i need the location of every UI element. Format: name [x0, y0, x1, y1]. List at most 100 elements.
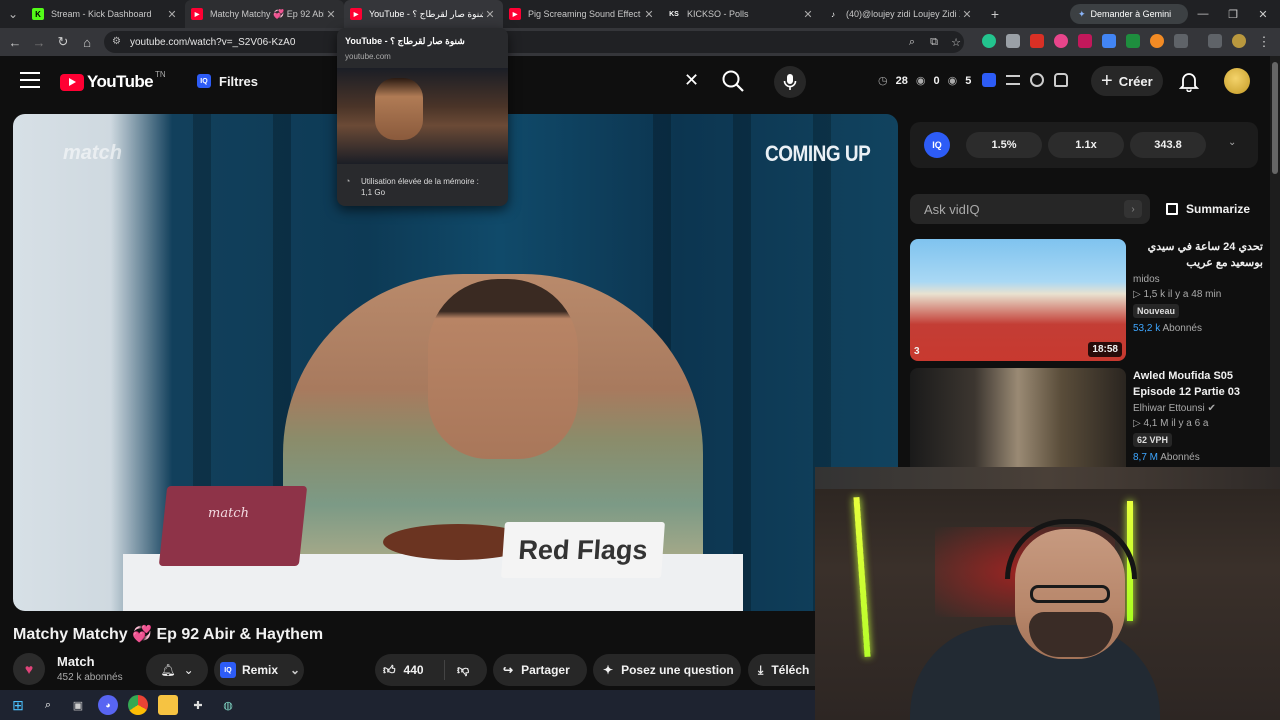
stat-value: 0	[933, 74, 940, 87]
account-avatar[interactable]	[1224, 68, 1250, 94]
discord-icon[interactable]: ◕	[98, 695, 118, 715]
subscription-bell-button[interactable]: 🔔︎ ⌄	[146, 654, 208, 686]
extension-icon[interactable]	[1126, 34, 1140, 48]
extension-icon[interactable]	[1078, 34, 1092, 48]
extension-icon[interactable]	[982, 34, 996, 48]
extension-icon[interactable]	[1006, 34, 1020, 48]
tab-title: (40)@loujey zidi Loujey Zidi X B...	[846, 9, 960, 19]
trophy-icon[interactable]	[1030, 73, 1044, 87]
browser-menu-icon[interactable]: ⋮	[1252, 28, 1276, 56]
bookmark-star-icon[interactable]: ☆	[944, 28, 968, 56]
zoom-icon[interactable]: ⌕	[900, 28, 924, 56]
microphone-icon[interactable]	[774, 66, 806, 98]
ask-question-button[interactable]: ✦ Posez une question	[593, 654, 741, 686]
close-icon[interactable]: ✕	[801, 8, 815, 21]
vidiq-metric[interactable]: 1.5%	[966, 132, 1042, 158]
summarize-button[interactable]: Summarize	[1166, 202, 1250, 216]
webcam-led-strip	[853, 496, 871, 658]
back-icon[interactable]: ←	[3, 28, 27, 56]
task-view-icon[interactable]: ▣	[68, 695, 88, 715]
video-thumbnail[interactable]	[910, 368, 1126, 468]
list-icon[interactable]	[1006, 75, 1020, 85]
clock-icon: ◷	[878, 75, 888, 87]
video-title[interactable]: تحدي 24 ساعة في سيدي بوسعيد مع عريب	[1133, 239, 1263, 271]
like-button[interactable]: 👍︎ 440	[375, 660, 445, 680]
remix-button[interactable]: IQ Remix ⌄	[214, 654, 304, 686]
scrollbar-thumb[interactable]	[1272, 62, 1278, 174]
beard	[1029, 612, 1113, 657]
window-close-icon[interactable]: ✕	[1248, 0, 1278, 28]
new-tab-button[interactable]: +	[984, 6, 1006, 22]
video-thumbnail[interactable]: 3 18:58	[910, 239, 1126, 361]
search-icon[interactable]: ⌕	[38, 695, 58, 715]
notification-icon[interactable]	[1054, 73, 1068, 87]
tab-search-chevron-icon[interactable]: ⌄	[0, 0, 26, 28]
vidiq-metric[interactable]: 343.8	[1130, 132, 1206, 158]
maximize-icon[interactable]: ❐	[1218, 0, 1248, 28]
site-info-icon[interactable]: ⚙	[112, 36, 121, 47]
hamburger-menu-icon[interactable]	[20, 72, 40, 88]
clear-search-icon[interactable]: ✕	[684, 70, 699, 91]
vidiq-icon: IQ	[220, 662, 236, 678]
stat-value: 28	[895, 74, 908, 87]
vidiq-metric[interactable]: 1.1x	[1048, 132, 1124, 158]
extensions-puzzle-icon[interactable]	[1174, 34, 1188, 48]
close-icon[interactable]: ✕	[165, 8, 179, 21]
share-button[interactable]: ↪ Partager	[493, 654, 587, 686]
tab-groups-icon[interactable]	[1208, 34, 1222, 48]
bell-icon[interactable]	[1178, 70, 1200, 93]
minimize-icon[interactable]: —	[1188, 0, 1218, 28]
channel-avatar[interactable]: ♥	[13, 653, 45, 685]
vidiq-icon[interactable]	[982, 73, 996, 87]
tab-matchy-matchy[interactable]: ▶ Matchy Matchy 💞 Ep 92 Abir & ... ✕	[185, 0, 344, 28]
tab-kickso-polls[interactable]: KS KICKSO - Polls ✕	[662, 0, 821, 28]
url-text: youtube.com/watch?v=_S2V06-KzA0	[130, 36, 296, 48]
search-icon[interactable]	[720, 68, 746, 94]
close-icon[interactable]: ✕	[960, 8, 974, 21]
chrome-icon[interactable]	[128, 695, 148, 715]
file-explorer-icon[interactable]	[158, 695, 178, 715]
app-icon[interactable]: ✚	[188, 695, 208, 715]
dislike-button[interactable]: 👎︎	[445, 663, 469, 678]
home-icon[interactable]: ⌂	[75, 28, 99, 56]
extension-icon[interactable]	[1150, 34, 1164, 48]
tab-kick-dashboard[interactable]: K Stream - Kick Dashboard ✕	[26, 0, 185, 28]
channel-name[interactable]: Match	[57, 654, 95, 669]
windows-start-icon[interactable]: ⊞	[8, 695, 28, 715]
close-icon[interactable]: ✕	[324, 8, 338, 21]
youtube-logo[interactable]: YouTube TN	[60, 70, 166, 92]
chevron-right-icon[interactable]: ›	[1124, 200, 1142, 218]
ask-vidiq-input[interactable]: Ask vidIQ ›	[910, 194, 1150, 224]
close-icon[interactable]: ✕	[483, 8, 497, 21]
views-age: 4,1 M il y a 6 a	[1143, 418, 1209, 429]
profile-avatar[interactable]	[1232, 34, 1246, 48]
eye-icon: ◉	[947, 75, 958, 87]
extension-icon[interactable]	[1030, 34, 1044, 48]
extension-icon[interactable]	[1054, 34, 1068, 48]
tab-youtube-carthage[interactable]: ▶ YouTube - شنوة صار لقرطاج ؟ ✕	[344, 0, 503, 28]
recommended-video[interactable]: 3 18:58 تحدي 24 ساعة في سيدي بوسعيد مع ع…	[910, 239, 1265, 363]
filters-button[interactable]: IQ Filtres	[197, 68, 271, 94]
create-button[interactable]: + Créer	[1091, 66, 1163, 96]
forward-icon[interactable]: →	[27, 28, 51, 56]
share-label: Partager	[521, 663, 570, 677]
channel-name[interactable]: Elhiwar Ettounsi	[1133, 403, 1205, 414]
tab-pig-screaming[interactable]: ▶ Pig Screaming Sound Effect - Yo... ✕	[503, 0, 662, 28]
address-bar[interactable]: ⚙ youtube.com/watch?v=_S2V06-KzA0	[104, 31, 964, 53]
tab-tiktok-loujey[interactable]: ♪ (40)@loujey zidi Loujey Zidi X B... ✕	[821, 0, 980, 28]
memory-usage-note: ◔ Utilisation élevée de la mémoire : 1,1…	[345, 176, 479, 198]
install-app-icon[interactable]: ⧉	[922, 28, 946, 56]
video-title[interactable]: Awled Moufida S05 Episode 12 Partie 03	[1133, 368, 1263, 400]
channel-name[interactable]: midos	[1133, 274, 1263, 285]
app-icon[interactable]: ◍	[218, 695, 238, 715]
reload-icon[interactable]: ↻	[51, 28, 75, 56]
extension-icon[interactable]	[1102, 34, 1116, 48]
verified-icon: ✔	[1207, 403, 1216, 414]
close-icon[interactable]: ✕	[642, 8, 656, 21]
ask-gemini-button[interactable]: ✦ Demander à Gemini	[1070, 4, 1188, 24]
vidiq-logo[interactable]: IQ	[924, 132, 950, 158]
recommended-video[interactable]: Awled Moufida S05 Episode 12 Partie 03 E…	[910, 368, 1265, 468]
chevron-down-icon[interactable]: ⌄	[1228, 137, 1236, 148]
tab-title: KICKSO - Polls	[687, 9, 749, 19]
download-button[interactable]: ⤓ Téléch	[748, 654, 815, 686]
